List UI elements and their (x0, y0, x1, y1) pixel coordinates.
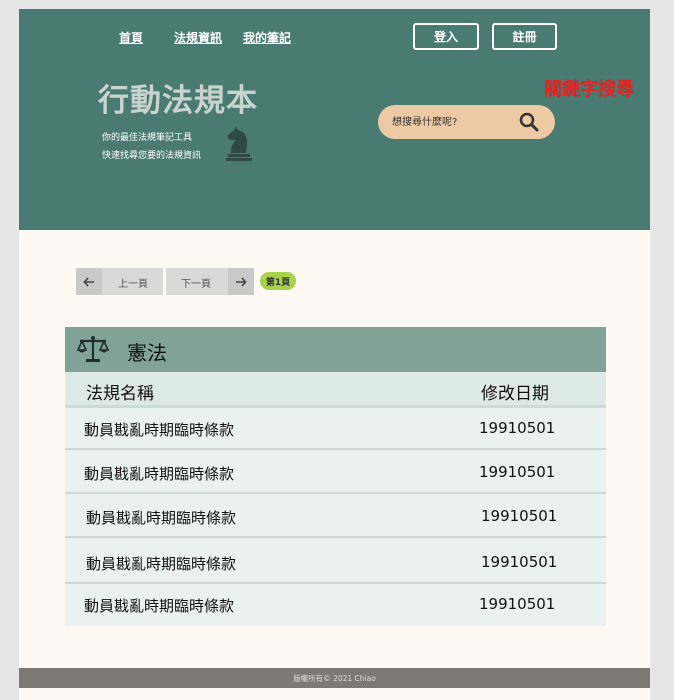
search-input[interactable] (392, 113, 512, 131)
nav-law-info[interactable]: 法規資訊 (174, 29, 222, 46)
law-name[interactable]: 動員戡亂時期臨時條款 (86, 507, 236, 528)
card-header: 憲法 (65, 327, 606, 372)
tagline-line-1: 你的最佳法規筆記工具 (102, 133, 193, 143)
page: 首頁 法規資訊 我的筆記 登入 註冊 行動法規本 你的最佳法規筆記工具 快速找尋… (19, 9, 650, 700)
law-date: 19910501 (479, 419, 556, 437)
law-date: 19910501 (479, 595, 556, 613)
table-row[interactable]: 動員戡亂時期臨時條款 19910501 (65, 542, 606, 584)
law-name[interactable]: 動員戡亂時期臨時條款 (86, 553, 236, 574)
login-button[interactable]: 登入 (413, 23, 479, 50)
scale-icon (77, 336, 109, 362)
nav-my-notes[interactable]: 我的筆記 (243, 29, 291, 46)
search-bar (378, 105, 555, 139)
current-page-badge: 第1頁 (260, 272, 296, 290)
header: 首頁 法規資訊 我的筆記 登入 註冊 行動法規本 你的最佳法規筆記工具 快速找尋… (19, 9, 650, 230)
law-date: 19910501 (481, 507, 558, 525)
nav-home[interactable]: 首頁 (119, 29, 143, 46)
law-name[interactable]: 動員戡亂時期臨時條款 (84, 595, 234, 616)
table-row[interactable]: 動員戡亂時期臨時條款 19910501 (65, 452, 606, 494)
table-header: 法規名稱 修改日期 (65, 372, 606, 408)
next-page-button[interactable]: 下一頁 (166, 268, 254, 295)
arrow-right-icon (228, 268, 254, 295)
law-list-card: 憲法 法規名稱 修改日期 動員戡亂時期臨時條款 19910501 動員戡亂時期臨… (65, 327, 606, 626)
prev-page-button[interactable]: 上一頁 (76, 268, 163, 295)
table-row[interactable]: 動員戡亂時期臨時條款 19910501 (65, 496, 606, 538)
copyright-text: 版權所有© 2021 Chiao (293, 673, 376, 683)
table-row[interactable]: 動員戡亂時期臨時條款 19910501 (65, 584, 606, 626)
law-date: 19910501 (479, 463, 556, 481)
law-date: 19910501 (481, 553, 558, 571)
law-name[interactable]: 動員戡亂時期臨時條款 (84, 419, 234, 440)
search-icon[interactable] (519, 112, 539, 132)
site-title: 行動法規本 (98, 83, 258, 119)
keyword-search-annotation: 關鍵字搜尋 (544, 79, 634, 100)
next-page-label: 下一頁 (181, 279, 211, 290)
law-name[interactable]: 動員戡亂時期臨時條款 (84, 463, 234, 484)
register-button[interactable]: 註冊 (492, 23, 557, 50)
card-title: 憲法 (127, 341, 167, 365)
column-name-header: 法規名稱 (86, 384, 154, 404)
prev-page-label: 上一頁 (118, 279, 148, 290)
table-row[interactable]: 動員戡亂時期臨時條款 19910501 (65, 408, 606, 450)
tagline-line-2: 快速找尋您要的法規資訊 (102, 151, 202, 161)
column-date-header: 修改日期 (481, 384, 549, 404)
chess-knight-icon (226, 127, 252, 161)
arrow-left-icon (76, 268, 102, 295)
footer: 版權所有© 2021 Chiao (19, 668, 650, 688)
